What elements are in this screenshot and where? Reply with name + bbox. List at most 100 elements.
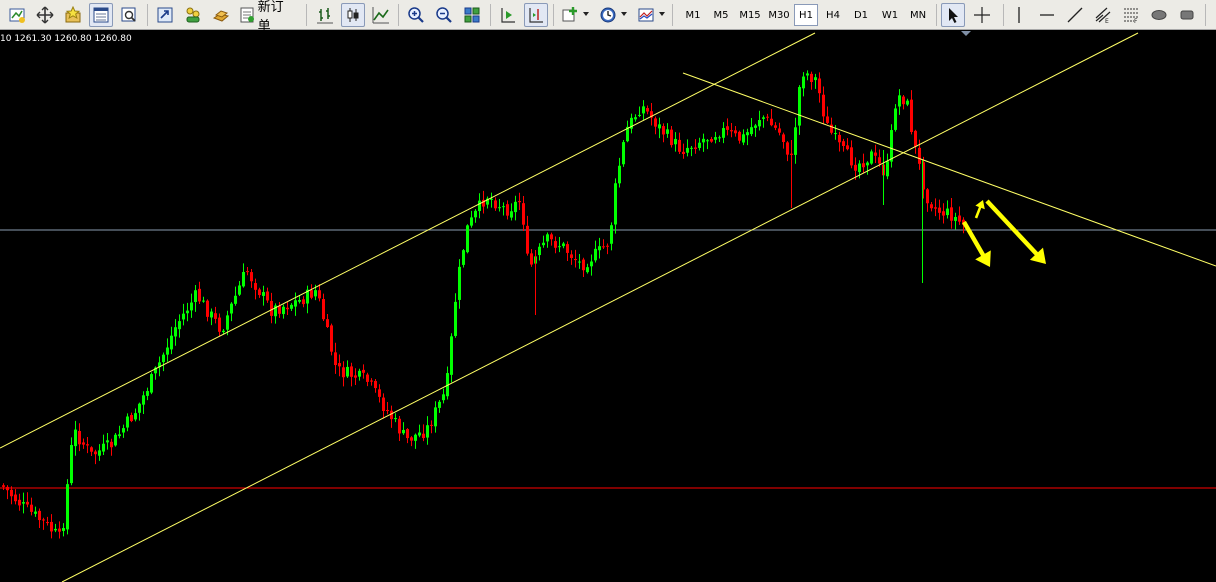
expert-advisors-button[interactable] (181, 3, 205, 27)
down-arrow-short (962, 220, 991, 267)
timeframe-m15[interactable]: M15 (735, 4, 765, 26)
price-chart[interactable]: 10 1261.30 1260.80 1260.80 (0, 31, 1216, 582)
fibonacci-tool-button[interactable]: F (1119, 3, 1143, 27)
mailbox-button[interactable] (209, 3, 233, 27)
timeframe-h4[interactable]: H4 (820, 4, 846, 26)
rectangle-tool-button[interactable] (1175, 3, 1199, 27)
candle-body (126, 416, 129, 428)
candle-body (94, 451, 97, 455)
equidistant-channel-tool-button[interactable]: E (1091, 3, 1115, 27)
candle-body (530, 253, 533, 265)
window-panel-icon (93, 7, 109, 23)
candle-body (662, 126, 665, 135)
vertical-line-tool-button[interactable] (1008, 3, 1030, 27)
candle-body (134, 413, 137, 420)
trendline-tool-button[interactable] (1063, 3, 1087, 27)
candle-body (54, 528, 57, 531)
candle-body (574, 258, 577, 261)
new-order-button[interactable]: 新订单 (237, 0, 299, 34)
candle-body (90, 447, 93, 452)
line-chart-button[interactable] (369, 3, 393, 27)
bar-chart-button[interactable] (313, 3, 337, 27)
zoom-in-button[interactable] (404, 3, 428, 27)
chart-shift-button[interactable] (524, 3, 548, 27)
favorites-button[interactable] (61, 3, 85, 27)
market-watch-button[interactable] (89, 3, 113, 27)
indicators-dropdown-arrow[interactable] (583, 12, 589, 16)
candle-body (402, 429, 405, 434)
timeframe-d1[interactable]: D1 (848, 4, 874, 26)
candle-body (926, 189, 929, 204)
templates-dropdown-arrow[interactable] (659, 12, 665, 16)
candle-body (526, 225, 529, 254)
candle-body (510, 211, 513, 218)
chart-canvas[interactable] (0, 31, 1216, 582)
candle-body (374, 380, 377, 389)
candle-body (570, 254, 573, 258)
candle-body (930, 204, 933, 209)
candle-body (866, 162, 869, 166)
crosshair-move-button[interactable] (33, 3, 57, 27)
candle-body (466, 225, 469, 253)
candle-body (270, 300, 273, 316)
periods-button[interactable] (596, 3, 620, 27)
candle-body (498, 207, 501, 209)
trendline-icon (1067, 7, 1083, 23)
candle-body (702, 138, 705, 143)
candle-body (518, 201, 521, 203)
candle-body (694, 147, 697, 149)
timeframe-m30[interactable]: M30 (765, 4, 793, 26)
candle-body (646, 108, 649, 112)
candle-body (242, 271, 245, 287)
gold-bar-icon (212, 10, 230, 22)
crosshair-tool-button[interactable] (970, 3, 994, 27)
tile-windows-button[interactable] (460, 3, 484, 27)
candle-body (894, 108, 897, 130)
timeframe-m1[interactable]: M1 (679, 4, 707, 26)
fibonacci-icon: F (1124, 8, 1138, 24)
candle-body (566, 244, 569, 253)
candle-body (422, 433, 425, 439)
candle-body (738, 131, 741, 141)
candle-body (110, 441, 113, 448)
candle-body (798, 87, 801, 126)
chart-shift-marker[interactable] (961, 31, 971, 36)
timeframe-w1[interactable]: W1 (876, 4, 904, 26)
candle-body (554, 241, 557, 248)
candle-body (102, 443, 105, 452)
templates-button[interactable] (634, 3, 658, 27)
candle-body (294, 300, 297, 307)
candle-body (198, 288, 201, 302)
candle-body (130, 415, 133, 422)
timeframe-m5[interactable]: M5 (707, 4, 735, 26)
timeframe-h1[interactable]: H1 (794, 4, 818, 26)
toolbar-separator (553, 4, 554, 26)
indicators-button[interactable] (558, 3, 582, 27)
candle-body (550, 234, 553, 240)
candle-body (450, 336, 453, 375)
timeframe-mn[interactable]: MN (904, 4, 932, 26)
data-window-button[interactable] (117, 3, 141, 27)
candle-body (454, 301, 457, 336)
candlestick-chart-button[interactable] (341, 3, 365, 27)
new-chart-button[interactable] (5, 3, 29, 27)
periods-dropdown-arrow[interactable] (621, 12, 627, 16)
candle-body (902, 96, 905, 105)
toolbar-separator (936, 4, 937, 26)
horizontal-line-tool-button[interactable] (1035, 3, 1059, 27)
auto-scroll-button[interactable] (496, 3, 520, 27)
candle-body (30, 504, 33, 512)
vertical-line-icon (1018, 7, 1020, 23)
candle-body (150, 374, 153, 393)
candle-body (522, 203, 525, 225)
cursor-tool-button[interactable] (941, 3, 965, 27)
candle-body (378, 389, 381, 397)
candle-body (830, 124, 833, 133)
zoom-out-button[interactable] (432, 3, 456, 27)
candle-body (458, 266, 461, 300)
candle-body (874, 152, 877, 156)
ellipse-tool-button[interactable] (1147, 3, 1171, 27)
navigator-button[interactable] (153, 3, 177, 27)
candle-body (950, 207, 953, 221)
candle-body (914, 130, 917, 147)
